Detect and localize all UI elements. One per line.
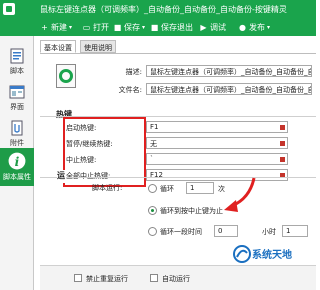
loop-count-radio[interactable]: [148, 184, 157, 193]
sidebar: 脚本 界面 附件 i 脚本属性: [0, 36, 34, 290]
svg-text:i: i: [15, 154, 20, 169]
start-hotkey-value: F1: [150, 123, 159, 131]
open-button-label: 打开: [93, 22, 109, 32]
auto-run-checkbox[interactable]: [150, 274, 158, 282]
loop-count-label: 循环: [160, 185, 174, 193]
save-exit-button[interactable]: ■ 保存退出: [150, 21, 193, 33]
loop-duration-label: 循环一段时间: [160, 228, 202, 236]
debug-button-label: 调试: [210, 22, 226, 32]
stop-hotkey-value: `: [150, 155, 154, 163]
run-section-title: 运: [57, 170, 66, 183]
app-icon: [3, 3, 15, 15]
tab-usage[interactable]: 使用说明: [80, 40, 116, 53]
loop-duration-radio[interactable]: [148, 227, 157, 236]
play-icon: ▶: [200, 22, 207, 32]
watermark-logo-icon: [233, 245, 251, 263]
stop-hotkey-select[interactable]: `: [146, 153, 288, 165]
chevron-down-icon: ▾: [69, 23, 73, 31]
divider: [40, 177, 316, 178]
dropdown-arrow-icon: [280, 141, 285, 146]
hours-input[interactable]: 0: [214, 225, 238, 237]
toolbar: + 新建 ▾ ▭ 打开 ■ 保存 ▾ ■ 保存退出 ▶ 调试 ● 发布 ▾: [0, 18, 316, 36]
publish-button[interactable]: ● 发布 ▾: [238, 21, 270, 33]
save-button-label: 保存: [124, 22, 140, 32]
sidebar-item-label: 脚本属性: [3, 173, 31, 181]
sidebar-item-properties[interactable]: i 脚本属性: [0, 148, 34, 186]
run-mode-label: 脚本运行:: [92, 184, 123, 192]
loop-until-stop-label: 循环到按中止键为止: [160, 207, 223, 215]
floppy-icon: ■: [113, 22, 122, 32]
folder-icon: ▭: [82, 22, 91, 32]
save-button[interactable]: ■ 保存 ▾: [113, 21, 145, 33]
title-bar: 鼠标左键连点器（可调频率）_自动备份_自动备份_自动备份-按键精灵: [0, 0, 316, 18]
pause-hotkey-label: 暂停/继续热键:: [66, 140, 113, 148]
annotation-arrow-icon: [224, 177, 256, 212]
pause-hotkey-select[interactable]: 无: [146, 137, 288, 149]
description-field[interactable]: 鼠标左键连点器（可调频率）_自动备份_自动备份_自动备份_自动备份: [146, 65, 312, 77]
new-button[interactable]: + 新建 ▾: [40, 21, 72, 33]
interface-icon: [9, 85, 25, 99]
attachment-icon: [11, 120, 23, 136]
no-repeat-label: 禁止重复运行: [86, 275, 128, 283]
stop-hotkey-label: 中止热键:: [66, 156, 97, 164]
no-repeat-checkbox[interactable]: [74, 274, 82, 282]
chevron-down-icon: ▾: [267, 23, 271, 31]
sidebar-item-label: 脚本: [10, 67, 24, 75]
dropdown-arrow-icon: [280, 125, 285, 130]
start-hotkey-label: 启动热键:: [66, 124, 97, 132]
stop-all-hotkey-label: 全部中止热键:: [66, 172, 111, 180]
basic-info-panel: [40, 53, 316, 103]
q-file-icon: [56, 64, 76, 88]
publish-icon: ●: [239, 22, 246, 32]
tab-basic-settings[interactable]: 基本设置: [40, 40, 76, 53]
watermark: 系统天地: [232, 240, 316, 280]
stop-all-hotkey-select[interactable]: F12: [146, 169, 288, 181]
info-icon: i: [8, 152, 26, 170]
save-exit-button-label: 保存退出: [161, 22, 193, 32]
hours-label: 小时: [262, 228, 276, 236]
loop-until-stop-radio[interactable]: [148, 206, 157, 215]
sidebar-item-label: 界面: [10, 103, 24, 111]
floppy-exit-icon: ■: [150, 22, 159, 32]
sidebar-item-script[interactable]: 脚本: [0, 44, 34, 80]
filename-field[interactable]: 鼠标左键连点器（可调频率）_自动备份_自动备份_自动备份_自动备份.Q: [146, 83, 312, 95]
dropdown-arrow-icon: [280, 157, 285, 162]
sidebar-item-attachment[interactable]: 附件: [0, 116, 34, 152]
chevron-down-icon: ▾: [142, 23, 146, 31]
sidebar-item-label: 附件: [10, 139, 24, 147]
window-title: 鼠标左键连点器（可调频率）_自动备份_自动备份_自动备份-按键精灵: [40, 5, 287, 14]
script-icon: [10, 48, 24, 64]
auto-run-label: 自动运行: [162, 275, 190, 283]
description-label: 描述:: [125, 68, 142, 76]
new-button-label: 新建: [51, 22, 67, 32]
pause-hotkey-value: 无: [150, 140, 157, 148]
loop-count-input[interactable]: 1: [186, 182, 214, 194]
plus-icon: +: [41, 22, 48, 32]
start-hotkey-select[interactable]: F1: [146, 121, 288, 133]
open-button[interactable]: ▭ 打开: [82, 21, 109, 33]
watermark-text: 系统天地: [252, 250, 292, 261]
debug-button[interactable]: ▶ 调试: [199, 21, 226, 33]
filename-label: 文件名:: [118, 86, 142, 94]
publish-button-label: 发布: [249, 22, 265, 32]
minutes-input[interactable]: 1: [282, 225, 308, 237]
sidebar-item-ui[interactable]: 界面: [0, 80, 34, 116]
